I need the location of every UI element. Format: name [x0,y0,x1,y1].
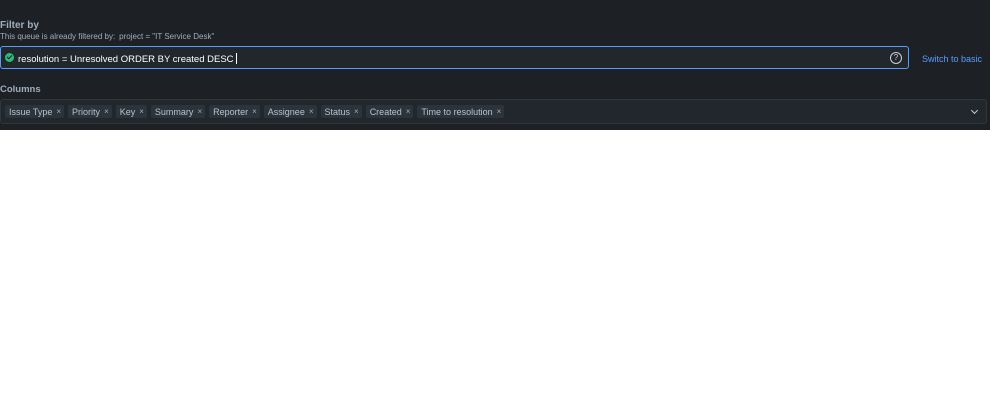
check-circle-icon [5,53,14,62]
switch-to-basic-link[interactable]: Switch to basic [922,54,982,64]
remove-column-icon[interactable]: × [252,107,257,116]
column-chip[interactable]: Priority × [68,105,112,118]
column-chip[interactable]: Created × [365,105,414,118]
remove-column-icon[interactable]: × [497,107,502,116]
text-caret [235,53,237,64]
column-chip[interactable]: Key × [115,105,147,118]
prefilter-label: This queue is already filtered by: [0,32,116,41]
column-chip-label: Status [324,106,351,117]
column-chip[interactable]: Status × [320,105,362,118]
queue-filter-panel: Filter by This queue is already filtered… [0,0,990,130]
column-chip-label: Priority [72,106,101,117]
column-chip-label: Key [119,106,136,117]
column-chip-label: Reporter [213,106,249,117]
chevron-down-icon[interactable] [970,106,979,115]
column-chip-label: Time to resolution [421,106,493,117]
column-chip[interactable]: Time to resolution × [417,105,505,118]
question-circle-icon[interactable]: ? [890,52,902,64]
jql-query-text[interactable]: resolution = Unresolved ORDER BY created… [18,53,237,65]
column-chip[interactable]: Reporter × [209,105,260,118]
column-chip-label: Assignee [267,106,305,117]
filter-title: Filter by [0,20,39,31]
column-chip-label: Issue Type [9,106,53,117]
columns-select[interactable]: Issue Type × Priority × Key × Summary × Reporter… [0,99,987,124]
remove-column-icon[interactable]: × [354,107,359,116]
column-chip-label: Summary [154,106,194,117]
column-chip[interactable]: Issue Type × [5,105,65,118]
column-chip[interactable]: Assignee × [263,105,317,118]
prefilter-query: project = "IT Service Desk" [119,32,215,41]
jql-input[interactable]: resolution = Unresolved ORDER BY created… [0,46,909,69]
column-chip-label: Created [369,106,402,117]
remove-column-icon[interactable]: × [309,107,314,116]
remove-column-icon[interactable]: × [406,107,411,116]
column-chip[interactable]: Summary × [150,105,206,118]
remove-column-icon[interactable]: × [197,107,202,116]
prefilter-note: This queue is already filtered by: projec… [0,32,214,41]
remove-column-icon[interactable]: × [104,107,109,116]
remove-column-icon[interactable]: × [139,107,144,116]
columns-title: Columns [0,84,41,95]
column-chip-list: Issue Type × Priority × Key × Summary × Reporter… [5,105,505,118]
remove-column-icon[interactable]: × [56,107,61,116]
